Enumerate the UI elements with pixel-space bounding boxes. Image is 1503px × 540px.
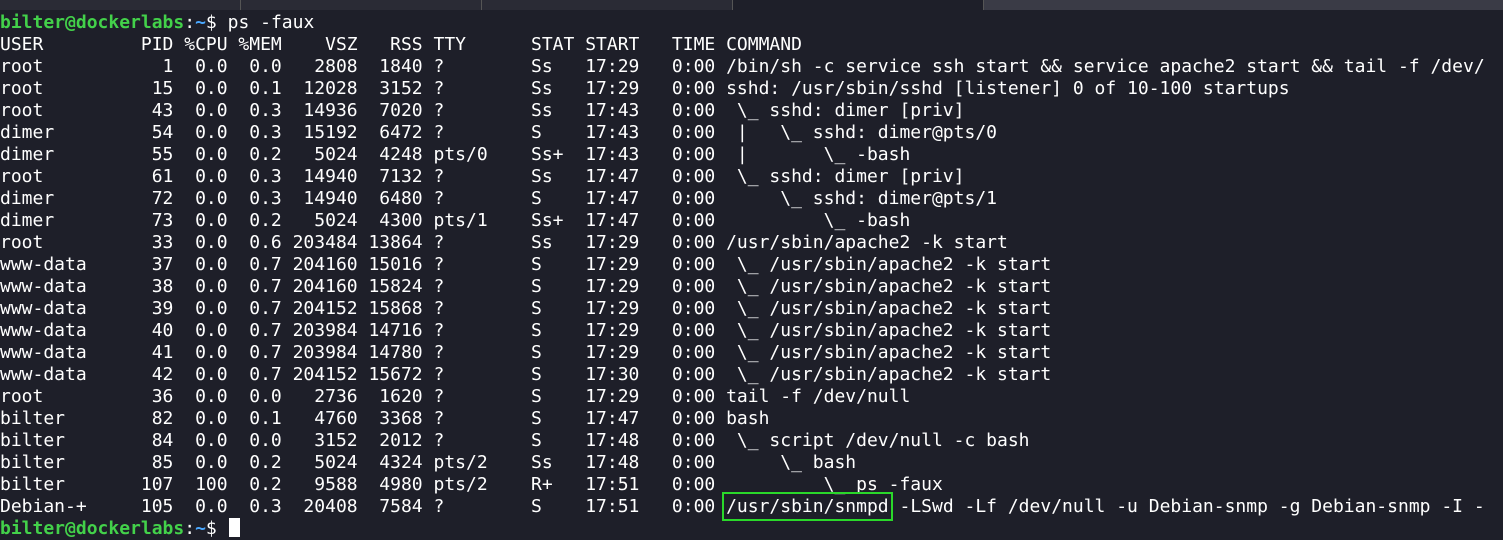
terminal-tab[interactable]: [0, 0, 241, 10]
terminal-tab-bar: [0, 0, 1503, 10]
prompt-path: ~: [195, 518, 206, 539]
process-row: bilter 84 0.0 0.0 3152 2012 ? S 17:48 0:…: [0, 430, 1030, 451]
terminal-tab[interactable]: [482, 0, 733, 10]
snmpd-row-suffix: -LSwd -Lf /dev/null -u Debian-snmp -g De…: [888, 496, 1485, 517]
terminal-tab[interactable]: [241, 0, 482, 10]
process-row: www-data 39 0.0 0.7 204152 15868 ? S 17:…: [0, 298, 1052, 319]
process-row: root 43 0.0 0.3 14936 7020 ? Ss 17:43 0:…: [0, 100, 965, 121]
process-row: bilter 82 0.0 0.1 4760 3368 ? S 17:47 0:…: [0, 408, 770, 429]
prompt-dollar: $: [205, 12, 228, 33]
process-row: root 36 0.0 0.0 2736 1620 ? S 17:29 0:00…: [0, 386, 911, 407]
ps-header-row: USER PID %CPU %MEM VSZ RSS TTY STAT STAR…: [0, 34, 802, 55]
process-row: www-data 42 0.0 0.7 204152 15672 ? S 17:…: [0, 364, 1052, 385]
process-list: root 1 0.0 0.0 2808 1840 ? Ss 17:29 0:00…: [0, 56, 1503, 496]
prompt-user-host: bilter@dockerlabs: [0, 518, 185, 539]
process-row: root 15 0.0 0.1 12028 3152 ? Ss 17:29 0:…: [0, 78, 1290, 99]
process-row: dimer 72 0.0 0.3 14940 6480 ? S 17:47 0:…: [0, 188, 997, 209]
process-row: www-data 38 0.0 0.7 204160 15824 ? S 17:…: [0, 276, 1052, 297]
process-row: root 61 0.0 0.3 14940 7132 ? Ss 17:47 0:…: [0, 166, 965, 187]
prompt-user-host: bilter@dockerlabs: [0, 12, 185, 33]
process-row: www-data 37 0.0 0.7 204160 15016 ? S 17:…: [0, 254, 1052, 275]
active-prompt-line[interactable]: bilter@dockerlabs:~$: [0, 518, 1503, 540]
process-row: www-data 41 0.0 0.7 203984 14780 ? S 17:…: [0, 342, 1052, 363]
command-prompt-line: bilter@dockerlabs:~$ ps -faux: [0, 12, 1503, 34]
terminal-output[interactable]: bilter@dockerlabs:~$ ps -faux USER PID %…: [0, 12, 1503, 540]
process-row: bilter 85 0.0 0.2 5024 4324 pts/2 Ss 17:…: [0, 452, 857, 473]
process-row: dimer 55 0.0 0.2 5024 4248 pts/0 Ss+ 17:…: [0, 144, 911, 165]
process-row: dimer 73 0.0 0.2 5024 4300 pts/1 Ss+ 17:…: [0, 210, 911, 231]
prompt-command: ps -faux: [227, 12, 315, 33]
prompt-separator: :: [184, 12, 196, 33]
process-row-snmpd: Debian-+ 105 0.0 0.3 20408 7584 ? S 17:5…: [0, 492, 1503, 521]
prompt-dollar: $: [205, 518, 228, 539]
process-row: www-data 40 0.0 0.7 203984 14716 ? S 17:…: [0, 320, 1052, 341]
process-row: bilter 107 100 0.2 9588 4980 pts/2 R+ 17…: [0, 474, 943, 495]
text-cursor: [228, 518, 240, 537]
process-row: root 1 0.0 0.0 2808 1840 ? Ss 17:29 0:00…: [0, 56, 1485, 77]
process-row: root 33 0.0 0.6 203484 13864 ? Ss 17:29 …: [0, 232, 1008, 253]
snmpd-highlight: /usr/sbin/snmpd: [722, 492, 893, 521]
process-row: dimer 54 0.0 0.3 15192 6472 ? S 17:43 0:…: [0, 122, 997, 143]
terminal-tab-active[interactable]: [733, 0, 984, 10]
prompt-path: ~: [195, 12, 206, 33]
prompt-separator: :: [184, 518, 196, 539]
snmpd-row-prefix: Debian-+ 105 0.0 0.3 20408 7584 ? S 17:5…: [0, 496, 727, 517]
